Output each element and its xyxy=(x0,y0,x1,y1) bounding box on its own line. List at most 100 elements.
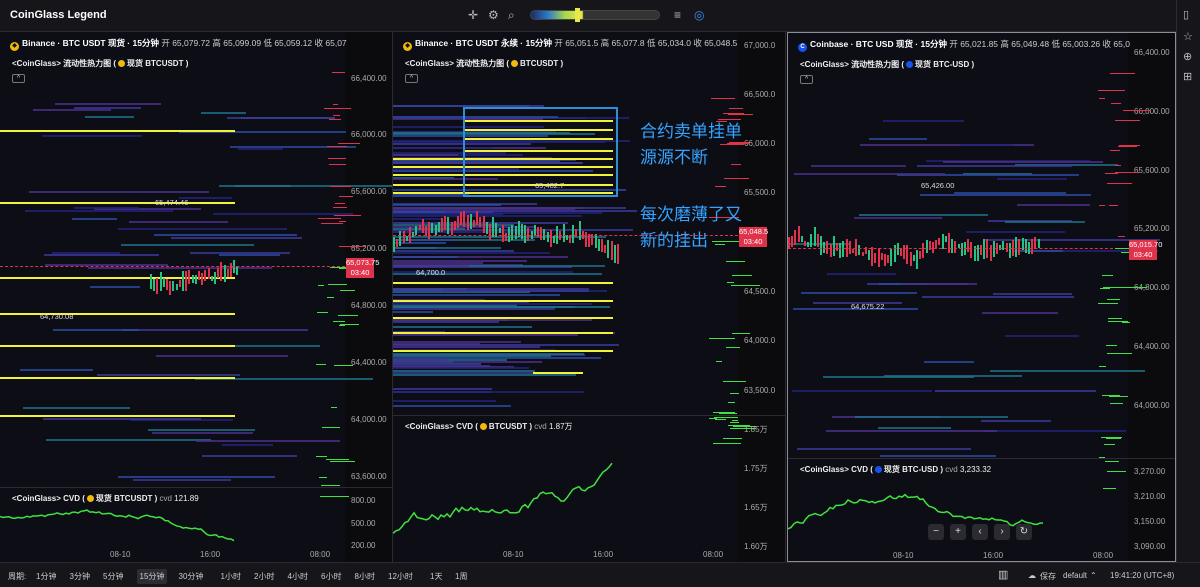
columns-icon[interactable]: ▥ xyxy=(998,568,1008,581)
depth-bar xyxy=(334,364,353,366)
timeframe-12[interactable]: 1周 xyxy=(455,571,467,582)
candle xyxy=(813,227,816,246)
candle xyxy=(521,223,523,240)
heat-band-strong xyxy=(0,415,235,417)
candle xyxy=(444,216,447,231)
heat-band xyxy=(1005,220,1085,223)
save-button[interactable]: 保存 xyxy=(1040,571,1056,582)
globe-icon[interactable]: ⊕ xyxy=(1183,50,1192,63)
collapse-button[interactable]: ^ xyxy=(405,74,418,83)
price-axis-label: 66,400.00 xyxy=(351,74,387,83)
candle xyxy=(562,224,565,243)
plus-box-icon[interactable]: ⊞ xyxy=(1183,70,1192,83)
timeframe-10[interactable]: 12小时 xyxy=(388,571,413,582)
heat-band xyxy=(222,444,273,447)
heat-band xyxy=(132,479,232,482)
heatmap-source: 现货 BTC-USD ) xyxy=(915,60,975,69)
candle xyxy=(613,244,616,263)
candle xyxy=(1015,236,1018,257)
depth-bar xyxy=(1104,443,1116,445)
price-line xyxy=(788,248,1128,249)
timeframe-4[interactable]: 30分钟 xyxy=(179,571,204,582)
settings-icon[interactable]: ⚙ xyxy=(488,8,499,22)
depth-bar xyxy=(1110,73,1135,75)
timeframe-6[interactable]: 2小时 xyxy=(254,571,274,582)
scroll-right-button[interactable]: › xyxy=(994,524,1010,540)
collapse-button[interactable]: ^ xyxy=(800,75,813,84)
cvd-pane[interactable]: <CoinGlass> CVD (现货 BTC-USD ) cvd 3,233.… xyxy=(788,458,1175,561)
heatmap-plot[interactable] xyxy=(0,32,392,562)
candle xyxy=(1037,238,1040,249)
candle xyxy=(415,225,418,236)
heat-intensity-slider[interactable] xyxy=(530,8,660,22)
cvd-value-label: cvd xyxy=(159,494,172,503)
depth-bar xyxy=(330,461,356,463)
cvd-pane[interactable]: <CoinGlass> CVD (现货 BTCUSDT ) cvd 121.89… xyxy=(0,487,392,562)
chart-panel-coinbase-spot[interactable]: C Coinbase · BTC USD 现货 · 15分钟 开 65,021.8… xyxy=(787,32,1176,562)
bottom-bar: 周期: 1分钟 3分钟 5分钟 15分钟 30分钟 1小时 2小时 4小时 6小时 8小时 12小时… xyxy=(0,562,1200,587)
layout-selector[interactable]: default xyxy=(1063,571,1087,580)
candle xyxy=(162,277,165,287)
scroll-left-button[interactable]: ‹ xyxy=(972,524,988,540)
heat-band xyxy=(393,387,492,390)
timeframe-9[interactable]: 8小时 xyxy=(355,571,375,582)
heat-band-strong xyxy=(393,317,613,319)
candle xyxy=(188,270,191,284)
timeframe-8[interactable]: 6小时 xyxy=(321,571,341,582)
timeframe-11[interactable]: 1天 xyxy=(430,571,442,582)
chart-panel-binance-spot[interactable]: ◆ Binance · BTC USDT 现货 · 15分钟 开 65,079.7… xyxy=(0,32,393,562)
price-line xyxy=(0,266,345,267)
timeframe-5[interactable]: 1小时 xyxy=(221,571,241,582)
candle xyxy=(489,224,491,240)
heat-band xyxy=(393,287,589,290)
depth-bar xyxy=(1098,303,1119,305)
timeframe-7[interactable]: 4小时 xyxy=(288,571,308,582)
chevron-up-icon[interactable]: ⌃ xyxy=(1090,571,1097,580)
ohlc-close: 收 65,07 xyxy=(314,38,347,48)
candle xyxy=(951,239,954,254)
heat-band xyxy=(121,329,308,332)
heat-band xyxy=(854,416,1008,419)
low-label: 64,730.08 xyxy=(40,312,74,321)
price-axis-label: 64,400.00 xyxy=(1134,342,1170,351)
price-tag-time: 03:40 xyxy=(743,237,763,246)
depth-bar xyxy=(1105,437,1121,439)
screenshot-icon[interactable]: ◎ xyxy=(694,8,704,22)
heat-band xyxy=(980,420,1052,423)
zoom-in-button[interactable]: + xyxy=(950,524,966,540)
ohlc-low: 低 65,034.0 xyxy=(647,38,691,48)
depth-bar xyxy=(723,380,747,382)
time-axis-label: 08-10 xyxy=(110,550,131,559)
slider-knob[interactable] xyxy=(575,8,580,22)
candle xyxy=(399,230,402,247)
timeframe-3[interactable]: 15分钟 xyxy=(136,569,168,584)
zoom-out-button[interactable]: − xyxy=(928,524,944,540)
timeframe-1[interactable]: 3分钟 xyxy=(70,571,90,582)
cvd-axis-label: 3,210.00 xyxy=(1134,492,1166,501)
star-icon[interactable]: ☆ xyxy=(1183,30,1193,43)
candle xyxy=(874,253,877,264)
heat-band xyxy=(990,369,1145,372)
layout-icon[interactable]: ▯ xyxy=(1183,8,1189,21)
timeframe-2[interactable]: 5分钟 xyxy=(103,571,123,582)
timeframe-0[interactable]: 1分钟 xyxy=(36,571,56,582)
reset-chart-button[interactable]: ↻ xyxy=(1016,524,1032,540)
candle xyxy=(236,266,239,276)
heat-band xyxy=(810,165,907,168)
heat-band xyxy=(393,366,529,369)
cvd-pane[interactable]: <CoinGlass> CVD (BTCUSDT ) cvd 1.87万 1.85… xyxy=(393,415,785,562)
heat-band xyxy=(393,373,577,376)
depth-bar xyxy=(333,104,339,106)
candle xyxy=(807,241,810,247)
cloud-icon[interactable]: ☁ xyxy=(1028,571,1036,580)
crosshair-icon[interactable]: ✛ xyxy=(468,8,478,22)
candle xyxy=(967,239,970,252)
collapse-button[interactable]: ^ xyxy=(12,74,25,83)
low-label: 64,700.0 xyxy=(416,268,446,277)
zoom-icon[interactable]: ⌕ xyxy=(508,8,515,22)
depth-bar xyxy=(728,401,736,403)
cvd-line-chart xyxy=(393,462,613,534)
annotation-line-2: 源源不断 xyxy=(640,148,708,167)
filter-icon[interactable]: ≡ xyxy=(674,8,681,22)
candle xyxy=(839,243,842,259)
